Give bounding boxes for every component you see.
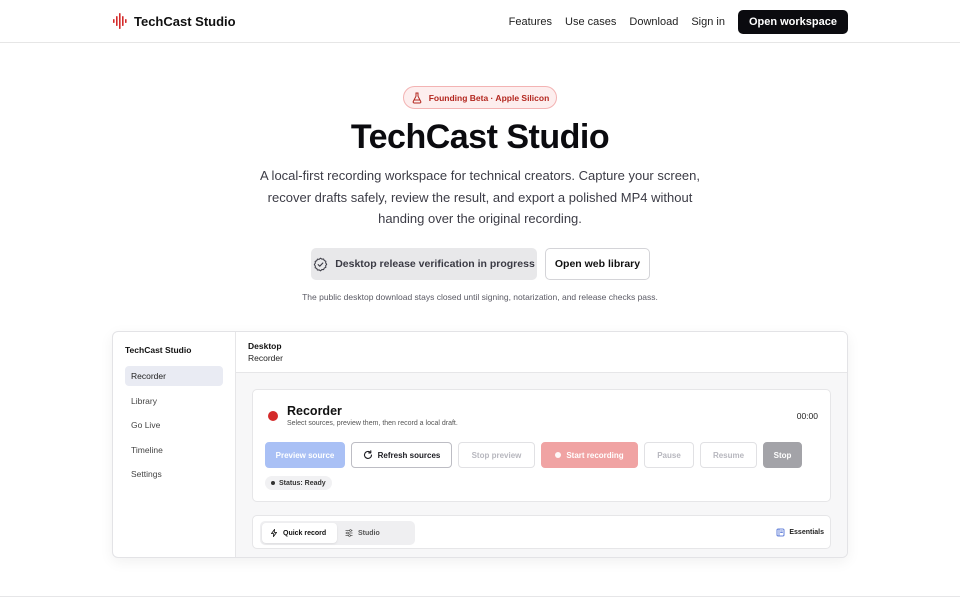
status-badge: Status: Ready xyxy=(265,476,332,490)
app-header: Desktop Recorder xyxy=(236,332,847,373)
brand-name: TechCast Studio xyxy=(134,13,236,29)
sidebar-title: TechCast Studio xyxy=(125,345,192,355)
recorder-description: Select sources, preview them, then recor… xyxy=(287,420,458,427)
tab-quick-record[interactable]: Quick record xyxy=(262,523,337,543)
tab-studio[interactable]: Studio xyxy=(337,523,388,543)
preview-source-button[interactable]: Preview source xyxy=(265,442,345,468)
recorder-card: Recorder Select sources, preview them, t… xyxy=(252,389,831,502)
release-verification-button[interactable]: Desktop release verification in progress xyxy=(311,248,537,280)
section-divider xyxy=(0,596,960,597)
top-nav: TechCast Studio Features Use cases Downl… xyxy=(0,0,960,43)
download-note: The public desktop download stays closed… xyxy=(302,292,658,302)
nav-link-use-cases[interactable]: Use cases xyxy=(565,16,616,28)
stop-preview-button[interactable]: Stop preview xyxy=(458,442,535,468)
record-dot-icon xyxy=(555,452,562,458)
sidebar-item-settings[interactable]: Settings xyxy=(125,464,223,484)
start-recording-label: Start recording xyxy=(566,450,624,460)
nav-links: Features Use cases Download Sign in Open… xyxy=(509,9,848,34)
hero-actions: Desktop release verification in progress… xyxy=(311,248,650,280)
sidebar-item-timeline[interactable]: Timeline xyxy=(125,440,223,460)
app-preview-window: TechCast Studio Recorder Library Go Live… xyxy=(112,331,848,558)
tab-quick-record-label: Quick record xyxy=(283,529,327,537)
essentials-toggle[interactable]: Essentials xyxy=(776,528,824,537)
essentials-label: Essentials xyxy=(789,529,824,536)
sidebar-item-go-live[interactable]: Go Live xyxy=(125,415,223,435)
pause-button[interactable]: Pause xyxy=(644,442,694,468)
nav-link-features[interactable]: Features xyxy=(509,16,552,28)
flask-icon xyxy=(412,92,422,103)
stop-button[interactable]: Stop xyxy=(763,442,802,468)
nav-link-download[interactable]: Download xyxy=(629,16,678,28)
app-header-section: Desktop xyxy=(248,341,282,351)
tab-studio-label: Studio xyxy=(358,529,380,537)
status-dot-icon xyxy=(271,481,275,485)
hero-title: TechCast Studio xyxy=(350,118,610,156)
sidebar-nav: Recorder Library Go Live Timeline Settin… xyxy=(125,366,223,489)
nav-link-sign-in[interactable]: Sign in xyxy=(691,16,725,28)
mode-bar: Quick record Studio Essentials xyxy=(252,515,831,549)
refresh-icon xyxy=(363,450,372,459)
hero-subtitle: A local-first recording workspace for te… xyxy=(259,168,701,226)
beta-badge: Founding Beta · Apple Silicon xyxy=(403,86,557,109)
refresh-sources-label: Refresh sources xyxy=(377,450,441,460)
resume-button[interactable]: Resume xyxy=(700,442,757,468)
sidebar-item-recorder[interactable]: Recorder xyxy=(125,366,223,386)
mode-switcher: Quick record Studio xyxy=(260,521,415,545)
app-main: Desktop Recorder Recorder Select sources… xyxy=(236,332,847,557)
app-header-page: Recorder xyxy=(248,353,283,363)
sidebar-item-library[interactable]: Library xyxy=(125,391,223,411)
record-indicator-icon xyxy=(268,411,278,421)
app-sidebar: TechCast Studio Recorder Library Go Live… xyxy=(113,332,236,557)
brand-link[interactable]: TechCast Studio xyxy=(113,12,236,30)
lightning-icon xyxy=(271,529,277,537)
release-verification-label: Desktop release verification in progress xyxy=(335,258,535,270)
status-label: Status: Ready xyxy=(279,479,326,487)
open-workspace-button[interactable]: Open workspace xyxy=(737,9,848,34)
recorder-title: Recorder xyxy=(287,404,342,418)
book-icon xyxy=(776,528,785,537)
start-recording-button[interactable]: Start recording xyxy=(541,442,638,468)
open-web-library-button[interactable]: Open web library xyxy=(545,248,650,280)
badge-check-icon xyxy=(314,257,328,271)
recorder-controls: Preview source Refresh sources Stop prev… xyxy=(265,442,802,468)
beta-badge-label: Founding Beta · Apple Silicon xyxy=(428,92,550,103)
refresh-sources-button[interactable]: Refresh sources xyxy=(351,442,452,468)
waveform-logo-icon xyxy=(113,13,127,29)
sliders-icon xyxy=(345,529,353,537)
recording-timer: 00:00 xyxy=(796,411,818,421)
